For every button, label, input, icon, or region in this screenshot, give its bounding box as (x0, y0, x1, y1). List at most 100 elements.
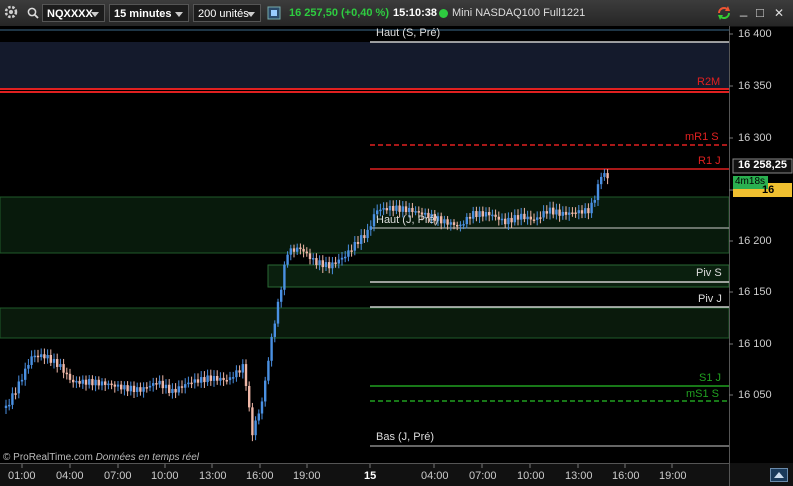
candle-body (312, 258, 315, 260)
time-tick-label: 19:00 (659, 470, 687, 482)
maximize-icon[interactable]: □ (756, 4, 764, 22)
time-tick-label: 19:00 (293, 470, 321, 482)
candle-body (164, 384, 168, 389)
candle-body (606, 173, 609, 179)
candle-body (200, 377, 203, 383)
candle-body (443, 219, 446, 224)
candle-body (289, 248, 292, 255)
units-selector[interactable]: 200 unités (193, 4, 261, 22)
candle-body (584, 208, 587, 214)
candle-body (299, 247, 302, 250)
time-tick-label: 13:00 (565, 470, 593, 482)
last-price-label: 16 257,50 (762, 184, 793, 208)
price-chart[interactable] (0, 26, 793, 463)
candle-body (318, 260, 321, 266)
timeframe-selector[interactable]: 15 minutes (109, 4, 189, 22)
candle-body (331, 262, 334, 269)
copyright-text: © ProRealTime.com Données en temps réel (3, 452, 199, 463)
candle-body (78, 380, 81, 384)
candle-body (577, 210, 580, 214)
price-tick-label: 16 400 (738, 28, 772, 40)
candle-body (97, 379, 100, 386)
candle-body (516, 215, 520, 220)
candle-body (286, 254, 289, 265)
candle-body (328, 262, 331, 269)
candle-body (129, 385, 132, 392)
level-label-ms1s: mS1 S (686, 388, 720, 400)
candle-body (305, 251, 308, 254)
candle-body (14, 393, 17, 395)
candle-body (468, 216, 472, 219)
candle-body (11, 393, 14, 405)
countdown-label: 4m18s (735, 176, 766, 187)
candle-body (40, 354, 43, 358)
refresh-icon[interactable] (716, 5, 732, 21)
candle-body (209, 375, 212, 381)
candle-body (113, 384, 116, 387)
price-tick-label: 16 200 (738, 235, 772, 247)
candle-body (196, 379, 200, 383)
candle-body (206, 375, 209, 383)
candle-body (347, 250, 350, 257)
candle-body (363, 235, 366, 239)
candle-body (270, 336, 273, 361)
candle-body (91, 379, 94, 386)
chevron-down-icon (175, 12, 183, 17)
candle-body (456, 224, 459, 227)
level-label-mr1s: mR1 S (685, 131, 719, 143)
candle-body (264, 380, 267, 402)
candle-body (590, 202, 593, 214)
candle-body (475, 211, 478, 217)
candle-body (580, 210, 584, 214)
candle-body (20, 379, 24, 382)
candle-body (574, 212, 577, 215)
candle-body (558, 209, 561, 216)
chevron-down-icon (91, 12, 99, 17)
gear-icon[interactable] (3, 4, 19, 20)
minimize-icon[interactable]: _ (740, 1, 747, 19)
candle-body (190, 382, 193, 385)
candle-body (600, 176, 603, 185)
time-tick-label: 16:00 (612, 470, 640, 482)
candle-body (155, 383, 158, 385)
time-tick-label: 07:00 (104, 470, 132, 482)
candle-body (49, 355, 52, 363)
candle-body (43, 354, 46, 359)
time-tick-label: 01:00 (8, 470, 36, 482)
candle-body (344, 256, 347, 259)
candle-body (273, 323, 276, 337)
price-tick-label: 16 150 (738, 286, 772, 298)
candle-body (488, 212, 491, 216)
search-icon[interactable] (27, 7, 39, 19)
candle-body (532, 219, 536, 221)
candle-body (248, 385, 251, 408)
candle-body (356, 241, 360, 244)
candle-body (139, 387, 142, 392)
candle-body (440, 216, 443, 224)
candle-body (107, 383, 110, 386)
candle-body (555, 209, 558, 215)
current-price-label: 16 258,25 (738, 159, 787, 171)
candle-body (564, 211, 568, 215)
candle-body (484, 212, 488, 217)
time-tick-label: 07:00 (469, 470, 497, 482)
candle-body (478, 211, 481, 217)
candle-body (302, 248, 305, 252)
support-zone (0, 307, 730, 339)
clock: 15:10:38 (393, 7, 438, 19)
candle-body (180, 386, 184, 388)
candle-body (8, 404, 11, 407)
candle-body (219, 377, 222, 381)
candle-body (193, 379, 196, 383)
candle-body (372, 214, 376, 227)
candle-body (321, 260, 324, 268)
chevron-down-icon (247, 12, 255, 17)
close-icon[interactable]: ✕ (774, 4, 784, 22)
candle-body (561, 211, 564, 216)
candle-body (251, 407, 254, 436)
instrument-info-icon[interactable] (267, 6, 281, 20)
scroll-end-icon[interactable] (770, 468, 788, 482)
symbol-selector[interactable]: NQXXXX (42, 4, 105, 22)
price-tick-label: 16 300 (738, 132, 772, 144)
candle-body (52, 359, 56, 363)
